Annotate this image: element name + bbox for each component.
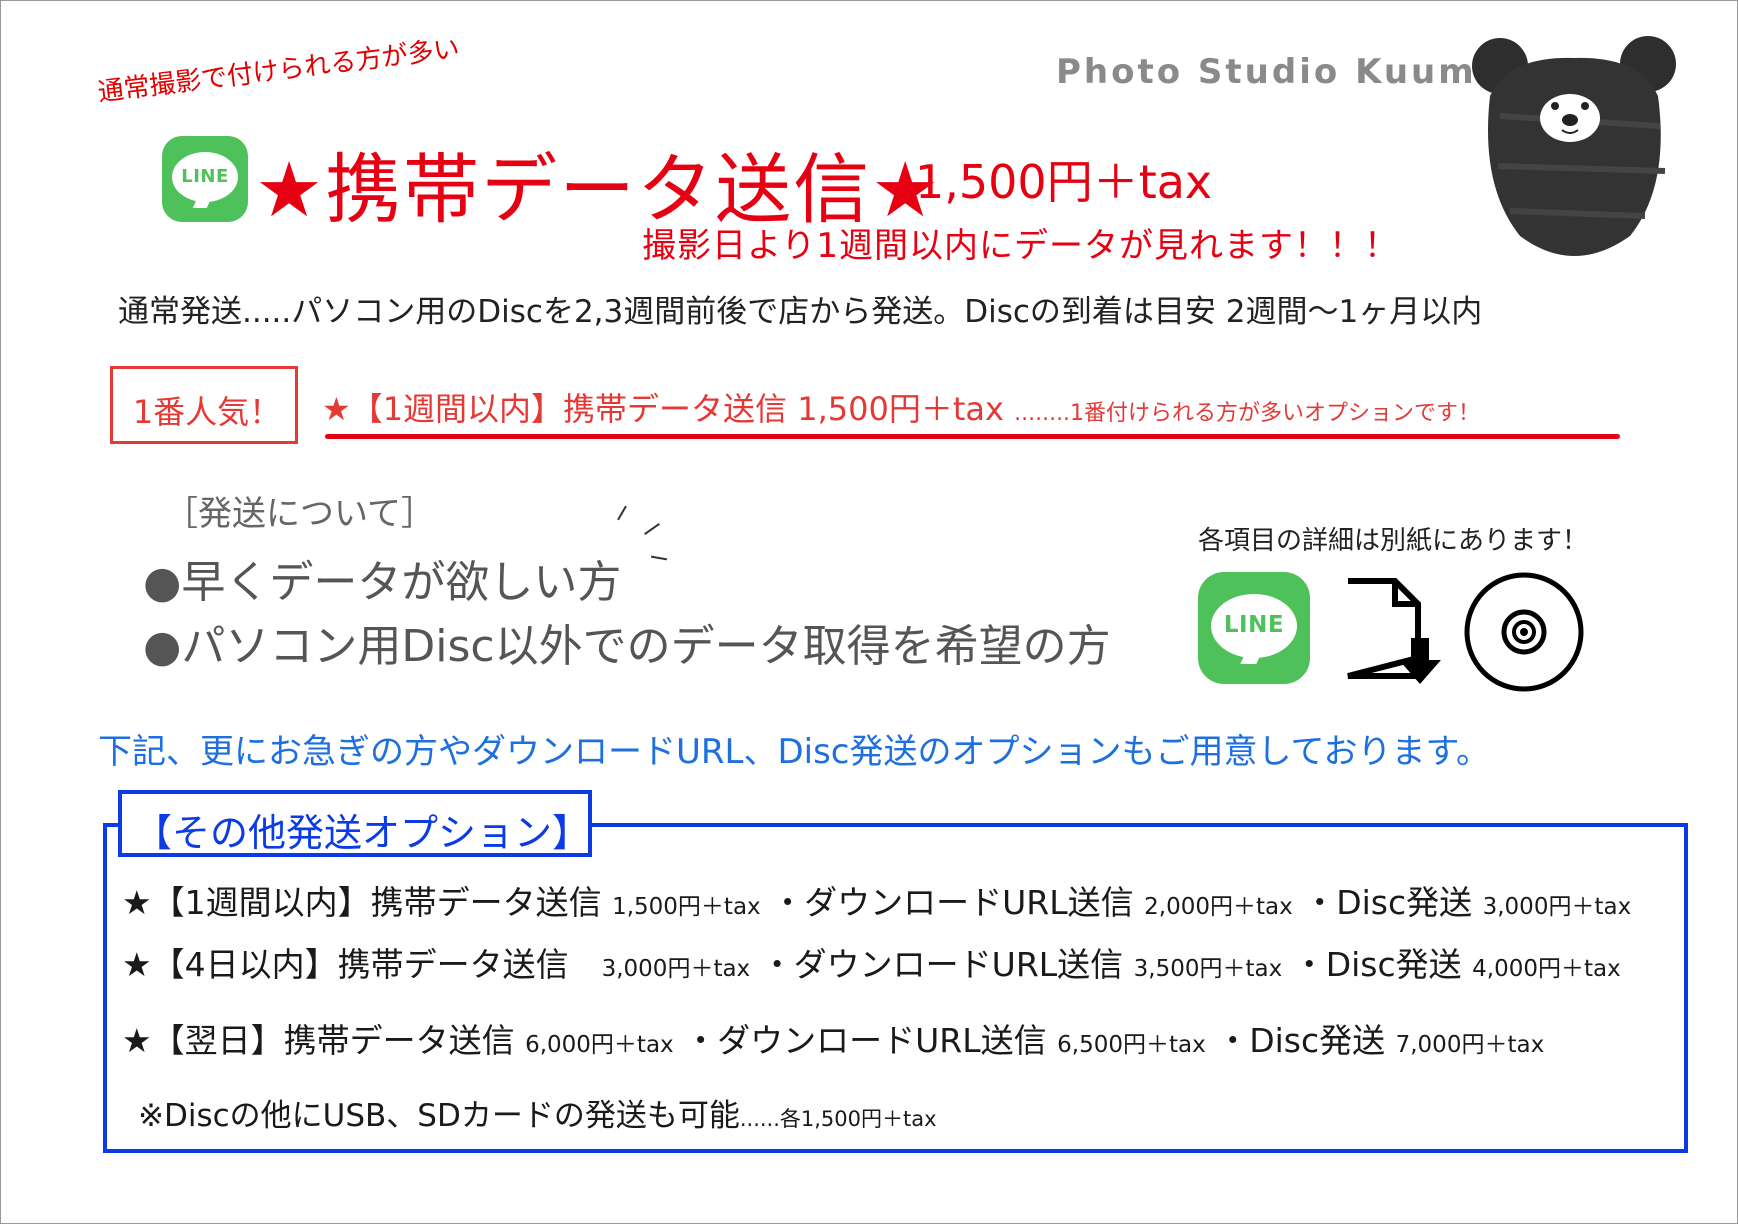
disc-icon — [1464, 572, 1584, 692]
more-options-note: 下記、更にお急ぎの方やダウンロードURL、Disc発送のオプションもご用意してお… — [98, 732, 1491, 772]
option-row: ★【翌日】携帯データ送信 6,000円＋tax ・ダウンロードURL送信 6,5… — [122, 1014, 1544, 1062]
option-disc-price: 7,000円＋tax — [1395, 1032, 1545, 1058]
shipping-heading: ［発送について］ — [164, 494, 435, 534]
footnote-price: ......各1,500円＋tax — [739, 1107, 937, 1131]
line-app-icon: LINE — [1198, 572, 1310, 684]
normal-shipping-text: 通常発送.....パソコン用のDiscを2,3週間前後で店から発送。Discの到… — [118, 294, 1483, 330]
option-url-price: 2,000円＋tax — [1144, 894, 1293, 920]
option-disc: ・Disc発送 — [1303, 883, 1483, 922]
popular-option-text: ★【1週間以内】携帯データ送信 1,500円＋tax ........1番付けら… — [322, 384, 1480, 430]
other-options-tab: 【その他発送オプション】 — [118, 790, 592, 857]
option-mobile: ★【1週間以内】携帯データ送信 — [122, 883, 613, 922]
option-row: ★【1週間以内】携帯データ送信 1,500円＋tax ・ダウンロードURL送信 … — [122, 876, 1631, 924]
option-mobile-price: 1,500円＋tax — [612, 894, 761, 920]
option-url: ・ダウンロードURL送信 — [771, 883, 1145, 922]
option-mobile: ★【4日以内】携帯データ送信 — [122, 945, 602, 984]
studio-brand: Photo Studio Kuuma — [1056, 52, 1503, 92]
hero-price: 1,500円＋tax — [915, 155, 1213, 209]
options-footnote: ※Discの他にUSB、SDカードの発送も可能......各1,500円＋tax — [138, 1090, 937, 1135]
popular-badge: 1番人気！ — [110, 366, 298, 444]
option-mobile-price: 6,000円＋tax — [525, 1032, 674, 1058]
option-disc: ・Disc発送 — [1292, 945, 1473, 984]
other-options-title: 【その他発送オプション】 — [134, 811, 591, 855]
option-disc-price: 4,000円＋tax — [1472, 956, 1621, 982]
popular-badge-label: 1番人気！ — [132, 393, 282, 431]
option-url-price: 6,500円＋tax — [1057, 1032, 1206, 1058]
shipping-bullet: ●パソコン用Disc以外でのデータ取得を希望の方 — [143, 621, 1111, 672]
option-mobile: ★【翌日】携帯データ送信 — [122, 1021, 526, 1060]
bear-mascot-icon — [1472, 36, 1676, 257]
footnote-text: ※Discの他にUSB、SDカードの発送も可能 — [138, 1098, 740, 1134]
popular-option-main: ★【1週間以内】携帯データ送信 1,500円＋tax — [322, 390, 1015, 428]
option-mobile-price: 3,000円＋tax — [601, 956, 751, 982]
option-row: ★【4日以内】携帯データ送信 3,000円＋tax ・ダウンロードURL送信 3… — [122, 938, 1621, 986]
detail-note: 各項目の詳細は別紙にあります！ — [1198, 526, 1589, 556]
option-url: ・ダウンロードURL送信 — [760, 945, 1134, 984]
hero-subtitle: 撮影日より1週間以内にデータが見れます！！！ — [642, 226, 1399, 266]
option-disc: ・Disc発送 — [1216, 1021, 1396, 1060]
option-disc-price: 3,000円＋tax — [1482, 894, 1632, 920]
option-url-price: 3,500円＋tax — [1133, 956, 1283, 982]
line-icon-label: LINE — [181, 166, 229, 187]
line-icon-label: LINE — [1223, 612, 1285, 638]
popular-underline — [325, 434, 1620, 439]
file-download-icon — [1347, 578, 1441, 684]
line-app-icon: LINE — [162, 136, 248, 222]
popular-option-note: ........1番付けられる方が多いオプションです！ — [1014, 401, 1481, 426]
shipping-bullet: ●早くデータが欲しい方 — [143, 557, 622, 608]
option-url: ・ダウンロードURL送信 — [684, 1021, 1058, 1060]
